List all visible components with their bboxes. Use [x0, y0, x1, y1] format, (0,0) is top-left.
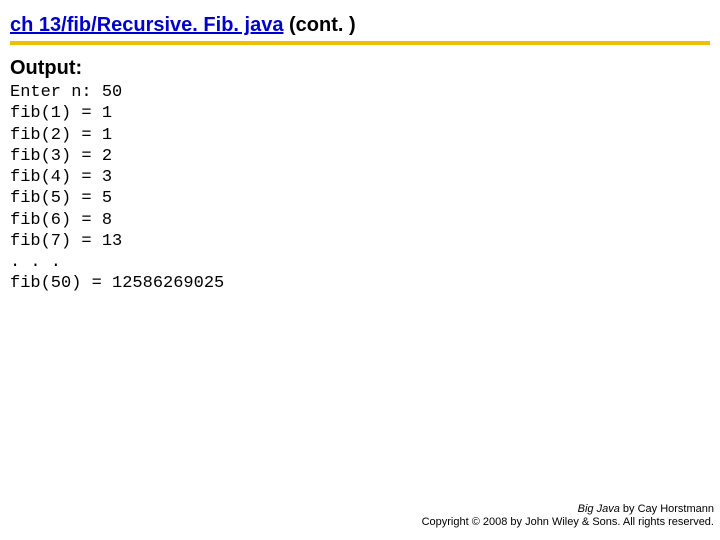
book-title: Big Java: [578, 503, 620, 515]
title-rule: [10, 41, 710, 45]
code-output: Enter n: 50 fib(1) = 1 fib(2) = 1 fib(3)…: [10, 82, 710, 295]
title-suffix: (cont. ): [283, 14, 355, 36]
title-bar: ch 13/fib/Recursive. Fib. java (cont. ): [0, 0, 720, 51]
output-heading: Output:: [10, 57, 710, 80]
title-link[interactable]: ch 13/fib/Recursive. Fib. java: [10, 14, 283, 36]
footer-line-1: Big Java by Cay Horstmann: [422, 503, 714, 517]
footer: Big Java by Cay Horstmann Copyright © 20…: [422, 503, 714, 531]
footer-line-2: Copyright © 2008 by John Wiley & Sons. A…: [422, 516, 714, 530]
slide: ch 13/fib/Recursive. Fib. java (cont. ) …: [0, 0, 720, 540]
by-author: by Cay Horstmann: [620, 503, 714, 515]
slide-body: Output: Enter n: 50 fib(1) = 1 fib(2) = …: [0, 51, 720, 295]
